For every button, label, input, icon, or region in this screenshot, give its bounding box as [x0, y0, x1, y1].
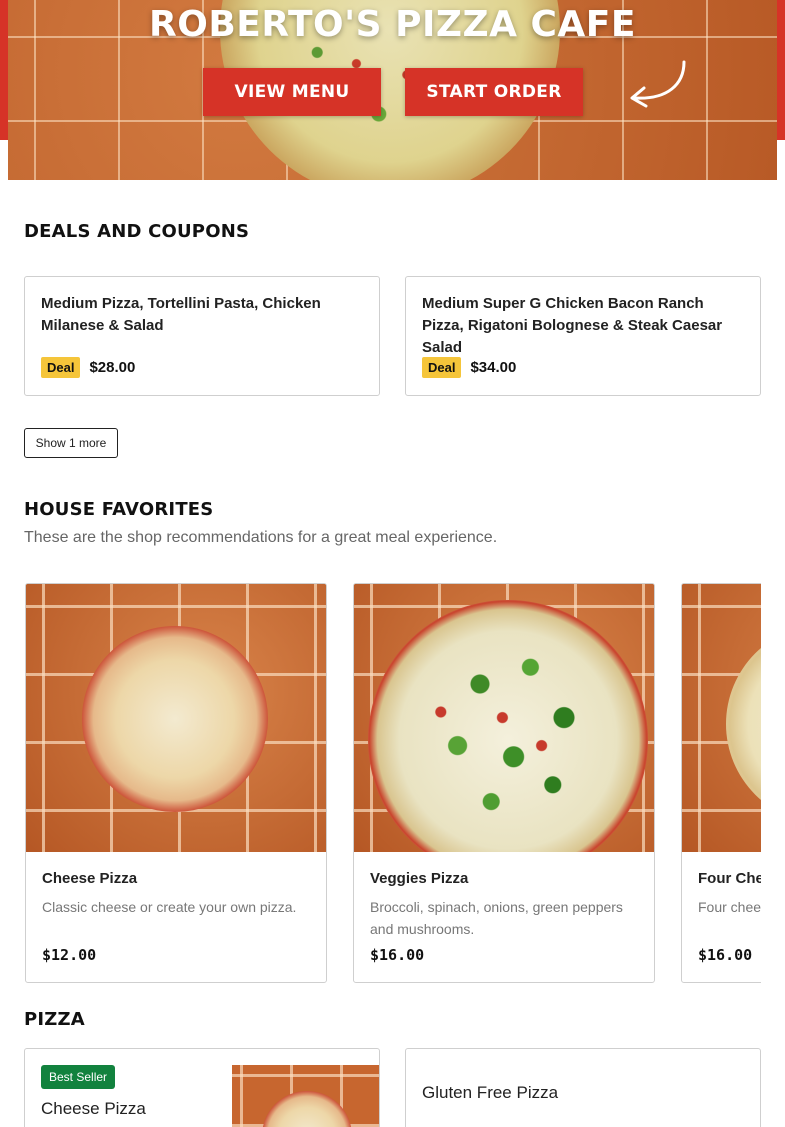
pizza-item-card[interactable]: Best Seller Cheese Pizza — [24, 1048, 380, 1127]
veggies-pizza-image — [354, 584, 654, 852]
curved-arrow-icon — [630, 60, 686, 108]
deal-title: Medium Pizza, Tortellini Pasta, Chicken … — [41, 295, 321, 334]
pizza-item-name: Cheese Pizza — [41, 1099, 146, 1118]
restaurant-title: ROBERTO'S PIZZA CAFE — [149, 4, 636, 45]
favorite-name: Cheese Pizza — [42, 870, 138, 887]
favorite-card[interactable]: Four Cheese Pizza Four cheese $16.00 — [681, 583, 761, 983]
favorite-price: $16.00 — [370, 946, 425, 964]
favorites-heading: HOUSE FAVORITES — [24, 499, 214, 520]
best-seller-badge: Best Seller — [41, 1065, 116, 1089]
cheese-pizza-image — [26, 584, 326, 852]
deal-card[interactable]: Medium Pizza, Tortellini Pasta, Chicken … — [24, 276, 380, 396]
deal-badge: Deal — [422, 357, 462, 378]
pizza-item-name: Gluten Free Pizza — [422, 1083, 559, 1102]
favorites-subtitle: These are the shop recommendations for a… — [24, 529, 498, 546]
view-menu-button[interactable]: VIEW MENU — [203, 68, 381, 116]
deal-price: $34.00 — [470, 359, 517, 376]
four-cheese-pizza-image — [682, 584, 761, 852]
favorite-price: $16.00 — [698, 946, 753, 964]
show-more-deals-button[interactable]: Show 1 more — [24, 428, 118, 458]
deal-badge: Deal — [41, 357, 81, 378]
pizza-item-card[interactable]: Gluten Free Pizza — [405, 1048, 761, 1127]
cheese-pizza-thumbnail — [232, 1065, 379, 1127]
deal-card[interactable]: Medium Super G Chicken Bacon Ranch Pizza… — [405, 276, 761, 396]
favorite-price: $12.00 — [42, 946, 97, 964]
deals-heading: DEALS AND COUPONS — [24, 221, 250, 242]
favorite-name: Four Cheese Pizza — [698, 870, 761, 887]
deal-price: $28.00 — [89, 359, 136, 376]
deal-title: Medium Super G Chicken Bacon Ranch Pizza… — [422, 295, 723, 356]
favorite-card[interactable]: Veggies Pizza Broccoli, spinach, onions,… — [353, 583, 655, 983]
favorites-carousel[interactable]: Cheese Pizza Classic cheese or create yo… — [24, 583, 761, 983]
favorite-name: Veggies Pizza — [370, 870, 469, 887]
start-order-button[interactable]: START ORDER — [405, 68, 583, 116]
pizza-heading: PIZZA — [24, 1009, 85, 1030]
favorite-description: Four cheese — [698, 899, 761, 915]
favorite-description: Broccoli, spinach, onions, green peppers… — [370, 899, 623, 937]
favorite-description: Classic cheese or create your own pizza. — [42, 899, 297, 915]
favorite-card[interactable]: Cheese Pizza Classic cheese or create yo… — [25, 583, 327, 983]
